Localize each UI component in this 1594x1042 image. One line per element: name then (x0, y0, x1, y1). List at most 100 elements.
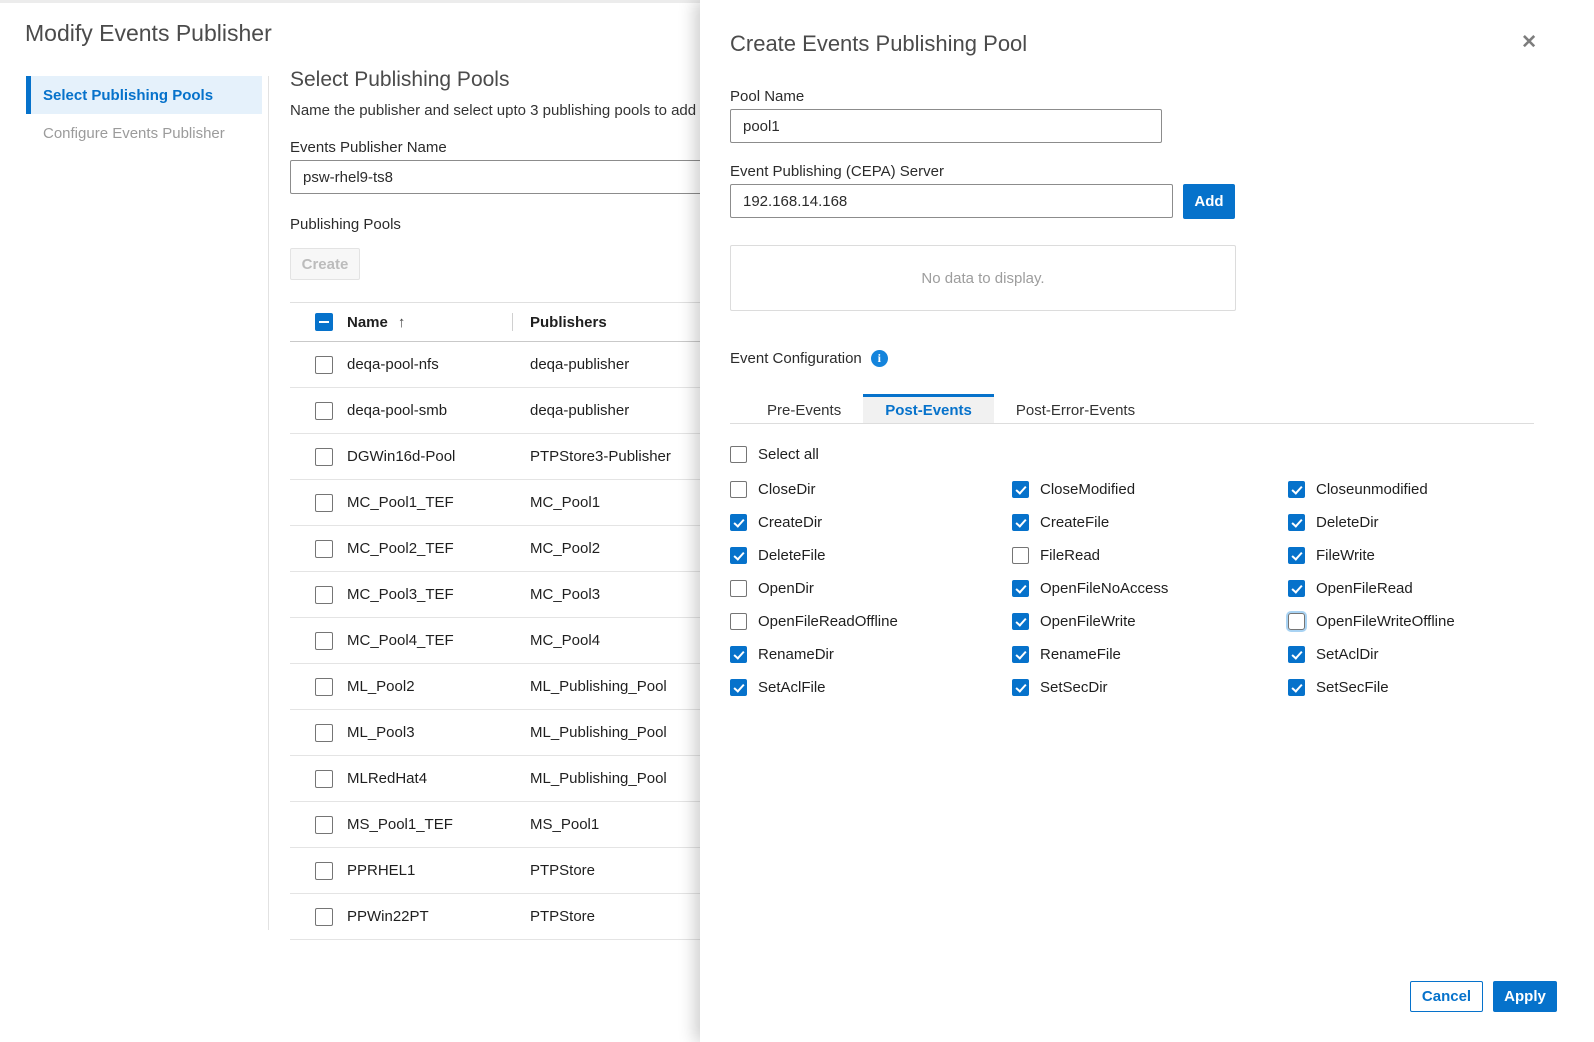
sidebar-step-item[interactable]: Configure Events Publisher (26, 114, 262, 152)
event-checkbox-item[interactable]: CreateDir (730, 512, 1012, 533)
table-row[interactable]: ML_Pool2 ML_Publishing_Pool (290, 664, 770, 710)
event-checkbox[interactable] (730, 481, 747, 498)
event-checkbox-item[interactable]: OpenFileWrite (1012, 611, 1288, 632)
event-checkbox[interactable] (1288, 613, 1305, 630)
event-checkbox-item[interactable]: RenameDir (730, 644, 1012, 665)
row-checkbox[interactable] (315, 816, 333, 834)
step-description: Name the publisher and select upto 3 pub… (290, 102, 725, 119)
event-tab-label: Post-Error-Events (1016, 402, 1135, 419)
table-row[interactable]: deqa-pool-smb deqa-publisher (290, 388, 770, 434)
table-row[interactable]: PPRHEL1 PTPStore (290, 848, 770, 894)
event-checkbox-item[interactable]: CloseModified (1012, 479, 1288, 500)
event-checkbox[interactable] (1288, 679, 1305, 696)
table-row[interactable]: MC_Pool1_TEF MC_Pool1 (290, 480, 770, 526)
table-row[interactable]: deqa-pool-nfs deqa-publisher (290, 342, 770, 388)
event-checkbox-item[interactable]: OpenFileReadOffline (730, 611, 1012, 632)
event-checkbox[interactable] (1288, 646, 1305, 663)
table-row[interactable]: ML_Pool3 ML_Publishing_Pool (290, 710, 770, 756)
column-resize-handle[interactable] (512, 313, 513, 331)
close-icon[interactable]: ✕ (1521, 33, 1537, 52)
event-checkbox[interactable] (1012, 679, 1029, 696)
event-checkbox-item[interactable]: RenameFile (1012, 644, 1288, 665)
select-all-events-checkbox[interactable] (730, 446, 747, 463)
row-checkbox[interactable] (315, 908, 333, 926)
row-checkbox[interactable] (315, 356, 333, 374)
create-pool-button[interactable]: Create (290, 248, 360, 280)
row-checkbox[interactable] (315, 862, 333, 880)
event-checkbox-item[interactable]: SetAclFile (730, 677, 1012, 698)
event-label: OpenFileNoAccess (1040, 580, 1168, 597)
event-checkbox[interactable] (1012, 547, 1029, 564)
event-checkbox[interactable] (1288, 481, 1305, 498)
event-checkbox[interactable] (730, 514, 747, 531)
event-checkbox[interactable] (1288, 514, 1305, 531)
apply-button[interactable]: Apply (1493, 981, 1557, 1012)
row-checkbox[interactable] (315, 494, 333, 512)
select-all-rows-checkbox[interactable] (315, 313, 333, 331)
cepa-server-input[interactable] (730, 184, 1173, 218)
row-checkbox[interactable] (315, 724, 333, 742)
table-row[interactable]: PPWin22PT PTPStore (290, 894, 770, 940)
event-checkbox[interactable] (730, 580, 747, 597)
event-checkbox[interactable] (1012, 646, 1029, 663)
row-checkbox[interactable] (315, 770, 333, 788)
event-checkbox-item[interactable]: OpenDir (730, 578, 1012, 599)
event-checkbox-item[interactable]: SetSecFile (1288, 677, 1540, 698)
event-checkbox[interactable] (1012, 580, 1029, 597)
row-checkbox[interactable] (315, 586, 333, 604)
row-checkbox[interactable] (315, 402, 333, 420)
event-checkbox-item[interactable]: OpenFileWriteOffline (1288, 611, 1540, 632)
publishers-column-header[interactable]: Publishers (530, 314, 607, 331)
row-checkbox[interactable] (315, 540, 333, 558)
name-column-header[interactable]: Name (347, 314, 388, 331)
event-checkbox-item[interactable]: SetAclDir (1288, 644, 1540, 665)
event-checkbox[interactable] (1288, 547, 1305, 564)
event-checkbox[interactable] (1012, 613, 1029, 630)
event-tab[interactable]: Post-Events (863, 394, 994, 423)
select-all-events[interactable]: Select all (730, 446, 819, 463)
event-label: SetSecFile (1316, 679, 1389, 696)
table-row[interactable]: MC_Pool4_TEF MC_Pool4 (290, 618, 770, 664)
event-checkbox-item[interactable]: SetSecDir (1012, 677, 1288, 698)
event-checkbox-item[interactable]: DeleteFile (730, 545, 1012, 566)
event-checkbox-item[interactable]: Closeunmodified (1288, 479, 1540, 500)
event-label: DeleteFile (758, 547, 826, 564)
event-checkbox[interactable] (730, 613, 747, 630)
event-checkbox[interactable] (1012, 481, 1029, 498)
event-checkbox-item[interactable]: FileWrite (1288, 545, 1540, 566)
row-checkbox[interactable] (315, 448, 333, 466)
pool-name-cell: MC_Pool1_TEF (347, 494, 454, 511)
event-tab-label: Post-Events (885, 402, 972, 419)
table-row[interactable]: MLRedHat4 ML_Publishing_Pool (290, 756, 770, 802)
table-row[interactable]: MS_Pool1_TEF MS_Pool1 (290, 802, 770, 848)
event-tab[interactable]: Post-Error-Events (994, 394, 1157, 423)
event-checkbox[interactable] (1012, 514, 1029, 531)
event-checkbox[interactable] (730, 679, 747, 696)
sort-ascending-icon[interactable]: ↑ (398, 314, 406, 331)
publisher-cell: PTPStore3-Publisher (530, 448, 671, 465)
table-row[interactable]: MC_Pool2_TEF MC_Pool2 (290, 526, 770, 572)
event-checkbox-item[interactable]: CreateFile (1012, 512, 1288, 533)
event-checkbox[interactable] (1288, 580, 1305, 597)
event-label: OpenFileReadOffline (758, 613, 898, 630)
table-row[interactable]: DGWin16d-Pool PTPStore3-Publisher (290, 434, 770, 480)
event-tab[interactable]: Pre-Events (745, 394, 863, 423)
row-checkbox[interactable] (315, 678, 333, 696)
event-checkbox-item[interactable]: FileRead (1012, 545, 1288, 566)
info-icon[interactable]: i (871, 350, 888, 367)
cancel-button[interactable]: Cancel (1410, 981, 1483, 1012)
add-server-button[interactable]: Add (1183, 184, 1235, 219)
table-row[interactable]: MC_Pool3_TEF MC_Pool3 (290, 572, 770, 618)
event-checkbox-item[interactable]: DeleteDir (1288, 512, 1540, 533)
events-publisher-name-input[interactable] (290, 160, 768, 194)
publisher-cell: deqa-publisher (530, 402, 629, 419)
sidebar-step-item[interactable]: Select Publishing Pools (26, 76, 262, 114)
event-checkbox[interactable] (730, 646, 747, 663)
event-checkbox[interactable] (730, 547, 747, 564)
pool-name-input[interactable] (730, 109, 1162, 143)
publisher-cell: MC_Pool4 (530, 632, 600, 649)
row-checkbox[interactable] (315, 632, 333, 650)
event-checkbox-item[interactable]: OpenFileRead (1288, 578, 1540, 599)
event-checkbox-item[interactable]: CloseDir (730, 479, 1012, 500)
event-checkbox-item[interactable]: OpenFileNoAccess (1012, 578, 1288, 599)
